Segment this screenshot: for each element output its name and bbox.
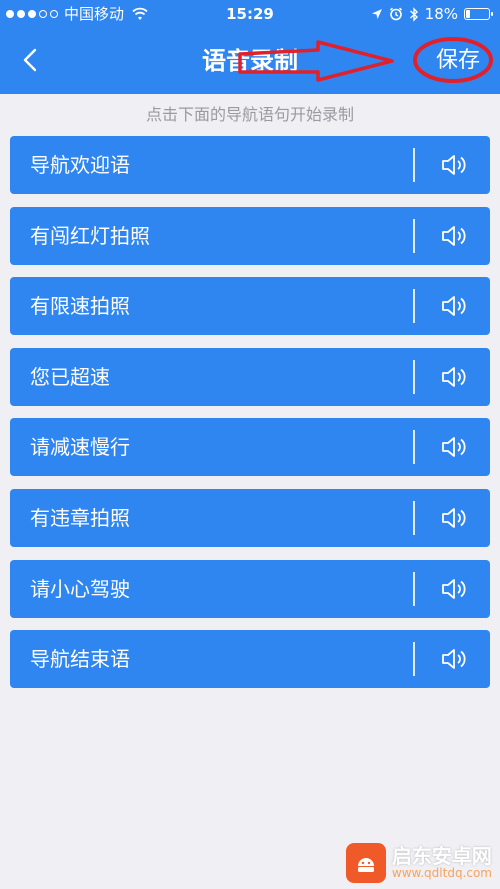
status-bar: 中国移动 15:29 18% xyxy=(0,0,500,28)
list-item[interactable]: 有违章拍照 xyxy=(10,488,490,547)
speaker-icon xyxy=(442,508,466,528)
speaker-icon xyxy=(442,366,466,387)
item-divider xyxy=(413,571,415,606)
watermark-name: 启东安卓网 xyxy=(391,844,492,869)
play-button[interactable] xyxy=(428,630,480,688)
play-button[interactable] xyxy=(428,207,480,265)
speaker-icon xyxy=(442,649,466,670)
item-divider xyxy=(413,289,415,324)
play-button[interactable] xyxy=(428,277,480,335)
list-item[interactable]: 有限速拍照 xyxy=(10,277,490,336)
android-logo-icon xyxy=(357,858,374,872)
speaker-icon xyxy=(442,225,466,246)
play-button[interactable] xyxy=(428,560,480,618)
list-item-label: 导航欢迎语 xyxy=(30,153,130,177)
list-item-label: 有违章拍照 xyxy=(30,505,130,530)
bluetooth-icon xyxy=(409,6,418,22)
list-item-label: 有闯红灯拍照 xyxy=(30,223,150,248)
list-item[interactable]: 请减速慢行 xyxy=(10,418,490,477)
page-title: 语音录制 xyxy=(202,47,298,75)
speaker-icon xyxy=(442,437,466,458)
item-divider xyxy=(413,359,415,394)
speaker-icon xyxy=(442,578,466,599)
item-divider xyxy=(413,500,415,535)
item-divider xyxy=(413,642,415,677)
list-item[interactable]: 导航欢迎语 xyxy=(10,136,490,194)
play-button[interactable] xyxy=(428,418,480,476)
watermark: 启东安卓网 www.qdltdq.com xyxy=(345,843,492,883)
play-button[interactable] xyxy=(428,136,480,194)
nav-bar: 语音录制 保存 xyxy=(0,28,500,94)
item-divider xyxy=(413,218,415,253)
item-divider xyxy=(413,430,415,465)
hint-text: 点击下面的导航语句开始录制 xyxy=(145,105,354,124)
phrase-list: 导航欢迎语 有闯红灯拍照 有限速拍照 您已超速 请减速慢行 有违章拍照 请小心驾… xyxy=(10,136,490,701)
play-button[interactable] xyxy=(428,489,480,547)
battery-percent: 18% xyxy=(424,5,458,23)
alarm-icon xyxy=(389,7,402,21)
battery-icon xyxy=(464,8,493,20)
watermark-text: 启东安卓网 www.qdltdq.com xyxy=(392,845,492,880)
list-item-label: 请减速慢行 xyxy=(30,435,130,460)
location-arrow-icon xyxy=(371,9,382,19)
list-item[interactable]: 请小心驾驶 xyxy=(10,559,490,618)
speaker-icon xyxy=(442,296,466,317)
list-item-label: 您已超速 xyxy=(30,364,110,389)
list-item[interactable]: 您已超速 xyxy=(10,347,490,406)
item-divider xyxy=(413,148,415,182)
list-item-label: 有限速拍照 xyxy=(30,294,130,319)
list-item[interactable]: 有闯红灯拍照 xyxy=(10,206,490,265)
list-item-label: 导航结束语 xyxy=(30,647,130,672)
list-item-label: 请小心驾驶 xyxy=(30,576,130,601)
top-bar: 中国移动 15:29 18% 语音录制 保存 xyxy=(0,0,500,94)
list-item[interactable]: 导航结束语 xyxy=(10,630,490,689)
status-right: 18% xyxy=(371,0,493,28)
watermark-url: www.qdltdq.com xyxy=(391,866,492,881)
save-button[interactable]: 保存 xyxy=(430,28,486,94)
battery-level xyxy=(466,10,470,18)
play-button[interactable] xyxy=(428,348,480,406)
watermark-logo xyxy=(345,843,386,883)
speaker-icon xyxy=(442,155,466,175)
